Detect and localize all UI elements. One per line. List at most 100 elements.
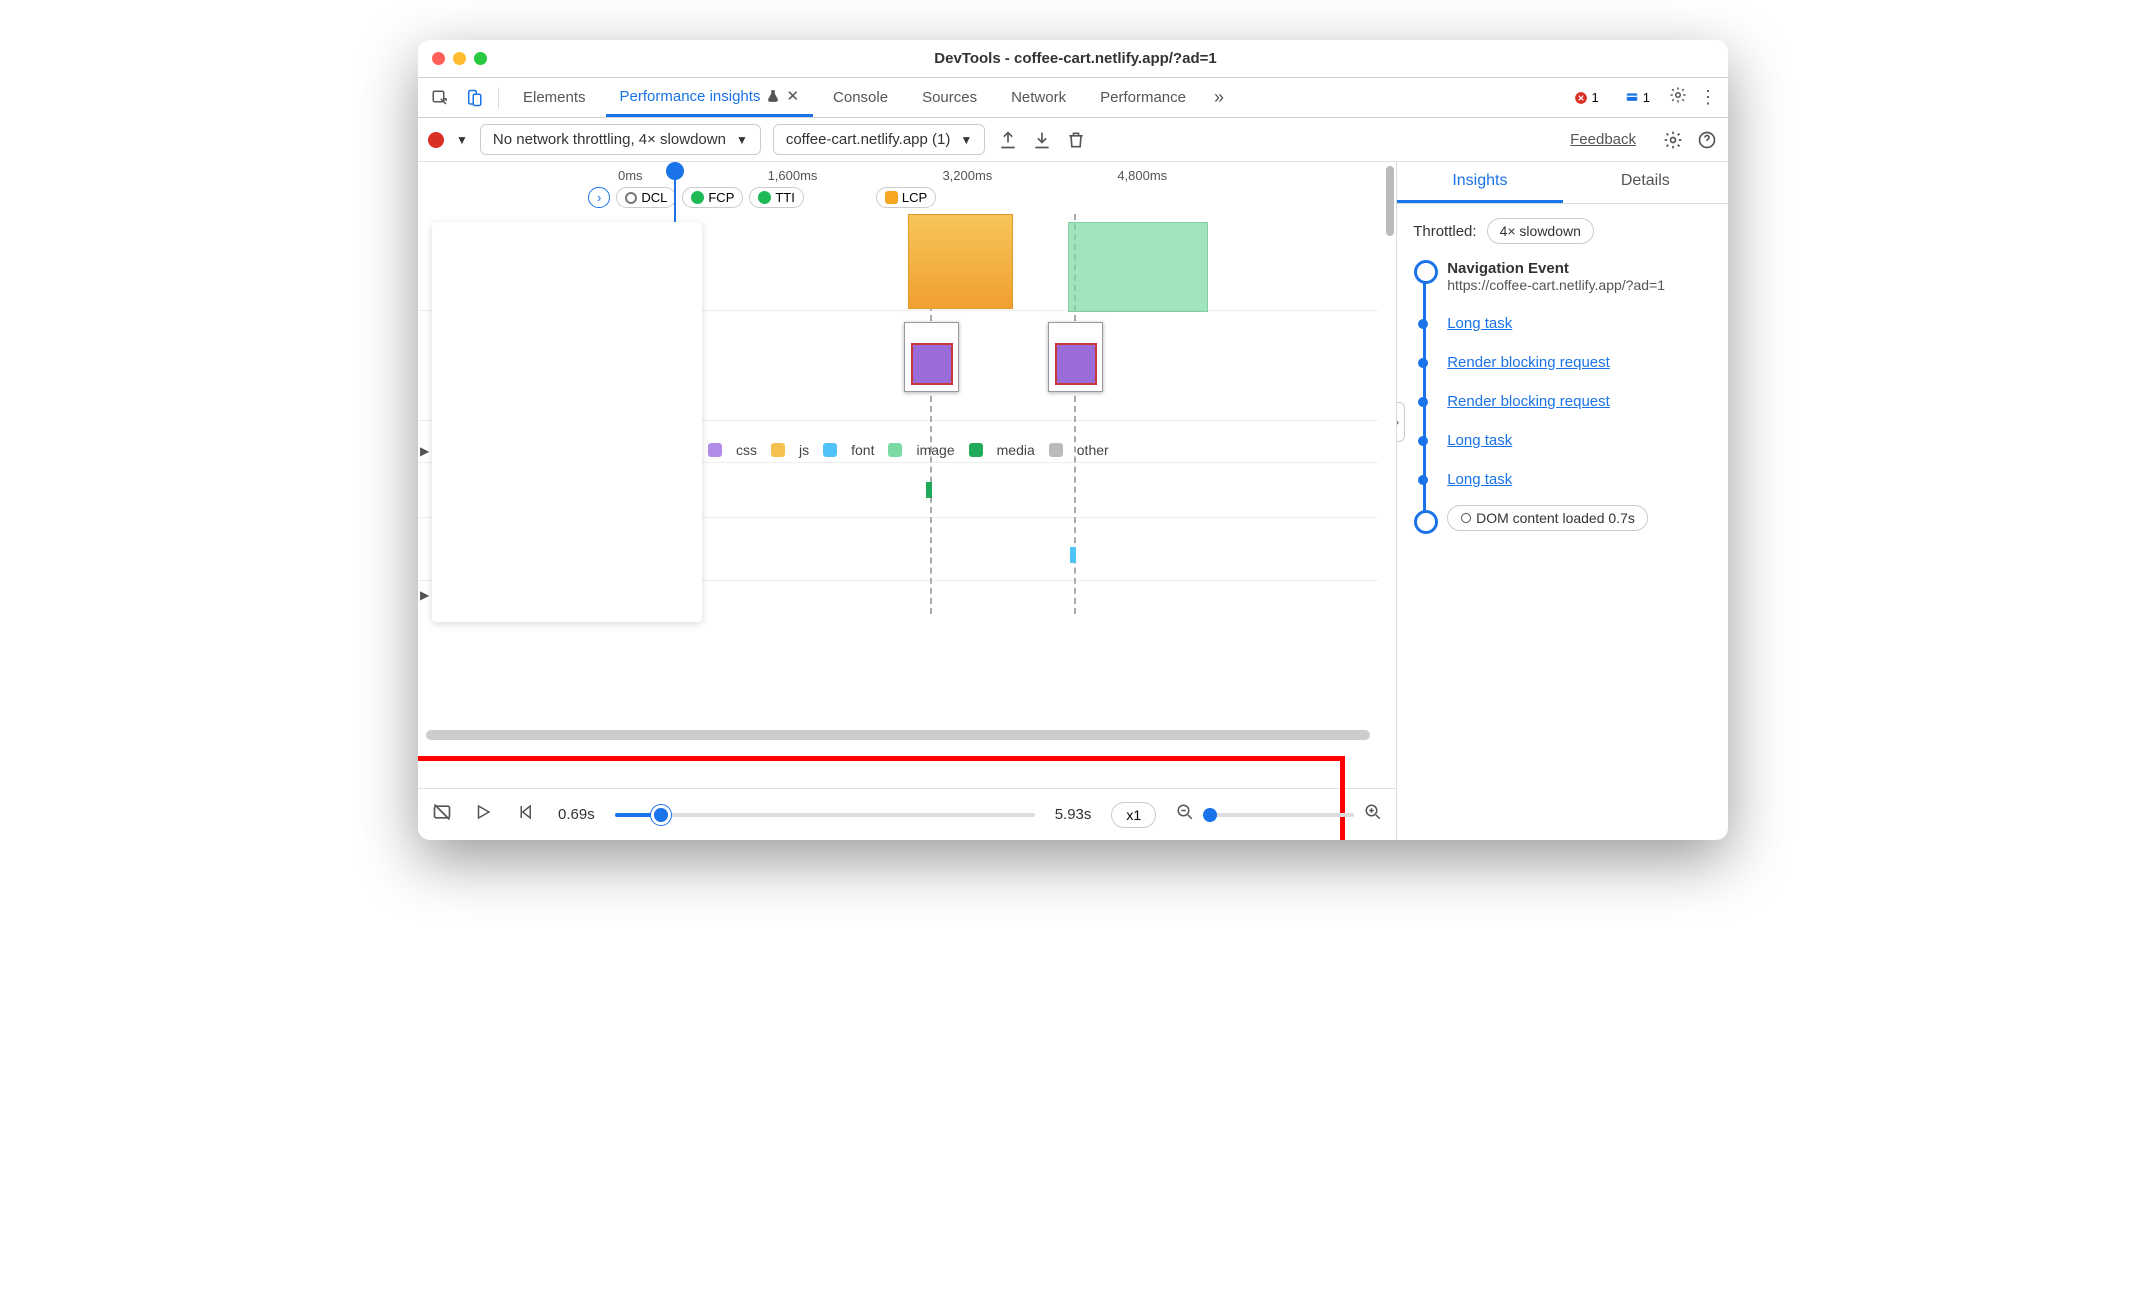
- insight-dom-content-loaded[interactable]: DOM content loaded 0.7s: [1447, 510, 1712, 527]
- export-icon[interactable]: [997, 129, 1019, 151]
- tab-performance-insights[interactable]: Performance insights ✕: [606, 78, 813, 117]
- insight-link[interactable]: Render blocking request: [1447, 393, 1610, 410]
- panel-settings-icon[interactable]: [1662, 129, 1684, 151]
- tab-sources[interactable]: Sources: [908, 78, 991, 117]
- insights-timeline-list: Navigation Event https://coffee-cart.net…: [1413, 260, 1712, 527]
- dcl-label: DOM content loaded: [1476, 510, 1604, 526]
- insights-toolbar: ▼ No network throttling, 4× slowdown ▼ c…: [418, 118, 1728, 162]
- playback-start-time: 0.69s: [558, 806, 595, 823]
- issues-count: 1: [1643, 90, 1650, 105]
- dcl-chip[interactable]: DOM content loaded 0.7s: [1447, 505, 1648, 531]
- zoom-window-button[interactable]: [474, 52, 487, 65]
- main-split: 0ms 1,600ms 3,200ms 4,800ms › DCL FCP TT…: [418, 162, 1728, 840]
- playback-speed-button[interactable]: x1: [1111, 802, 1156, 828]
- kebab-menu-icon[interactable]: ⋮: [1696, 87, 1720, 108]
- import-icon[interactable]: [1031, 129, 1053, 151]
- insight-link[interactable]: Long task: [1447, 471, 1512, 488]
- ruler-tick: 3,200ms: [942, 168, 992, 183]
- layout-shift-block[interactable]: [908, 214, 1013, 309]
- request-bar-font[interactable]: [1070, 547, 1076, 563]
- collapse-toggle[interactable]: ▶: [420, 588, 429, 602]
- tab-network[interactable]: Network: [997, 78, 1080, 117]
- more-tabs-button[interactable]: »: [1206, 87, 1232, 108]
- request-bar-media[interactable]: [926, 482, 932, 498]
- playback-slider[interactable]: [615, 813, 1035, 817]
- collapse-toggle[interactable]: ▶: [420, 444, 429, 458]
- insight-link[interactable]: Long task: [1447, 315, 1512, 332]
- insight-long-task[interactable]: Long task: [1447, 432, 1712, 449]
- playback-slider-thumb[interactable]: [651, 805, 671, 825]
- flask-icon: [766, 89, 780, 103]
- skip-back-icon[interactable]: [516, 803, 538, 826]
- insight-title: Navigation Event: [1447, 260, 1712, 277]
- network-legend: css js font image media other: [708, 442, 1109, 458]
- throttled-chip[interactable]: 4× slowdown: [1487, 218, 1594, 244]
- ruler-tick: 4,800ms: [1117, 168, 1167, 183]
- settings-icon[interactable]: [1666, 86, 1690, 109]
- delete-icon[interactable]: [1065, 129, 1087, 151]
- insight-long-task[interactable]: Long task: [1447, 315, 1712, 332]
- chevron-down-icon: ▼: [736, 133, 748, 147]
- throttling-dropdown-label: No network throttling, 4× slowdown: [493, 131, 726, 148]
- zoom-controls: [1176, 803, 1382, 826]
- zoom-in-icon[interactable]: [1364, 803, 1382, 826]
- close-tab-icon[interactable]: ✕: [786, 87, 799, 105]
- legend-js: js: [799, 442, 809, 458]
- traffic-lights: [432, 52, 487, 65]
- tab-console[interactable]: Console: [819, 78, 902, 117]
- tab-details[interactable]: Details: [1563, 162, 1728, 203]
- throttling-dropdown[interactable]: No network throttling, 4× slowdown ▼: [480, 124, 761, 155]
- error-count-badge[interactable]: 1: [1568, 88, 1605, 107]
- legend-other: other: [1077, 442, 1109, 458]
- vertical-scrollbar[interactable]: [1386, 166, 1394, 236]
- feedback-link[interactable]: Feedback: [1570, 131, 1636, 148]
- toggle-screenshots-icon[interactable]: [432, 802, 454, 827]
- recording-dropdown[interactable]: coffee-cart.netlify.app (1) ▼: [773, 124, 985, 155]
- insights-side-panel: › Insights Details Throttled: 4× slowdow…: [1396, 162, 1728, 840]
- timeline-canvas[interactable]: 0ms 1,600ms 3,200ms 4,800ms › DCL FCP TT…: [418, 162, 1396, 788]
- insight-render-blocking[interactable]: Render blocking request: [1447, 354, 1712, 371]
- marker-tti[interactable]: TTI: [749, 187, 804, 208]
- close-window-button[interactable]: [432, 52, 445, 65]
- issues-count-badge[interactable]: 1: [1619, 88, 1656, 107]
- tab-insights[interactable]: Insights: [1397, 162, 1562, 203]
- screenshot-thumbnail[interactable]: [1048, 322, 1103, 392]
- inspect-element-icon[interactable]: [426, 84, 454, 112]
- dcl-time: 0.7s: [1608, 510, 1634, 526]
- legend-image: image: [916, 442, 954, 458]
- insight-render-blocking[interactable]: Render blocking request: [1447, 393, 1712, 410]
- marker-fcp[interactable]: FCP: [682, 187, 743, 208]
- insight-link[interactable]: Render blocking request: [1447, 354, 1610, 371]
- marker-offscreen[interactable]: ›: [588, 187, 610, 208]
- help-icon[interactable]: [1696, 129, 1718, 151]
- legend-css: css: [736, 442, 757, 458]
- recording-dropdown-label: coffee-cart.netlify.app (1): [786, 131, 951, 148]
- chevron-down-icon: ▼: [960, 133, 972, 147]
- tab-elements[interactable]: Elements: [509, 78, 600, 117]
- legend-font: font: [851, 442, 874, 458]
- insight-long-task[interactable]: Long task: [1447, 471, 1712, 488]
- zoom-out-icon[interactable]: [1176, 803, 1194, 826]
- playback-end-time: 5.93s: [1055, 806, 1092, 823]
- device-toolbar-icon[interactable]: [460, 84, 488, 112]
- zoom-slider-thumb[interactable]: [1203, 808, 1217, 822]
- throttled-row: Throttled: 4× slowdown: [1413, 218, 1712, 244]
- record-options-caret[interactable]: ▼: [456, 133, 468, 147]
- tab-performance[interactable]: Performance: [1086, 78, 1200, 117]
- insight-link[interactable]: Long task: [1447, 432, 1512, 449]
- playback-bar: 0.69s 5.93s x1: [418, 788, 1396, 840]
- devtools-tabbar: Elements Performance insights ✕ Console …: [418, 78, 1728, 118]
- zoom-slider[interactable]: [1204, 813, 1354, 817]
- minimize-window-button[interactable]: [453, 52, 466, 65]
- tab-performance-insights-label: Performance insights: [620, 88, 761, 105]
- image-block[interactable]: [1068, 222, 1208, 312]
- marker-lcp[interactable]: LCP: [876, 187, 936, 208]
- record-button[interactable]: [428, 132, 444, 148]
- insight-navigation-event[interactable]: Navigation Event https://coffee-cart.net…: [1447, 260, 1712, 293]
- collapse-sidepanel-button[interactable]: ›: [1396, 402, 1405, 442]
- screenshot-thumbnail[interactable]: [904, 322, 959, 392]
- horizontal-scrollbar[interactable]: [426, 730, 1370, 740]
- marker-dcl[interactable]: DCL: [616, 187, 676, 208]
- insight-url: https://coffee-cart.netlify.app/?ad=1: [1447, 277, 1712, 293]
- play-icon[interactable]: [474, 803, 496, 826]
